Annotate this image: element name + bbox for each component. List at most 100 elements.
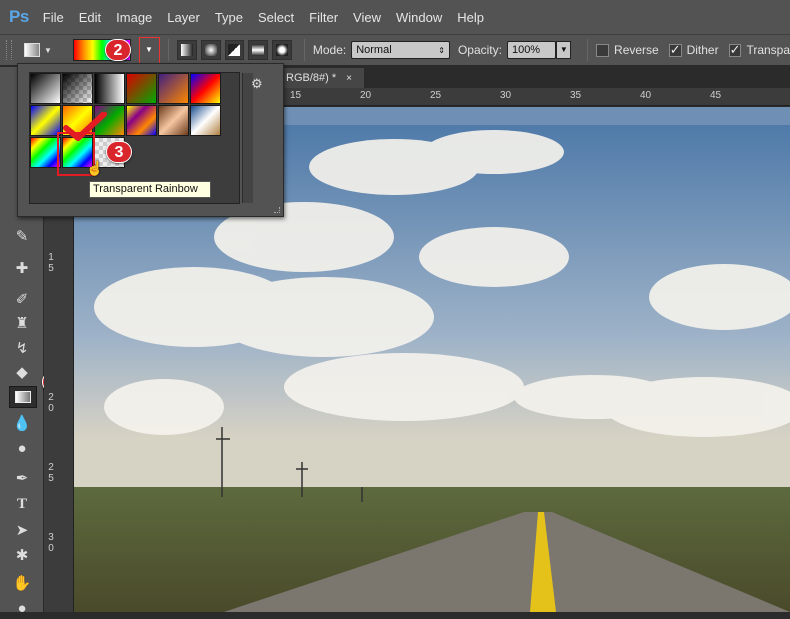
- preset-blue-red-yellow[interactable]: [190, 73, 221, 104]
- preset-violet-orange[interactable]: [158, 73, 189, 104]
- reflected-gradient-icon: [252, 44, 265, 56]
- chevron-down-icon: ▼: [43, 45, 52, 55]
- ruler-digit: 1: [48, 252, 54, 263]
- picker-scrollbar[interactable]: [242, 73, 253, 203]
- ruler-tick-label: 30: [47, 532, 55, 554]
- callout-badge-2: 2: [105, 39, 131, 61]
- blur-icon[interactable]: 💧: [9, 412, 35, 434]
- menu-select[interactable]: Select: [258, 10, 306, 25]
- reverse-label: Reverse: [614, 43, 659, 57]
- ruler-digit: 2: [48, 392, 54, 403]
- hand-cursor-icon: ☝: [86, 160, 104, 176]
- preset-yellow-violet-orange-blue[interactable]: [126, 105, 157, 136]
- ruler-tick-label: 35: [570, 90, 582, 101]
- ruler-tick-label: 20: [47, 392, 55, 414]
- ruler-tick-label: 25: [47, 462, 55, 484]
- opacity-label: Opacity:: [457, 43, 502, 57]
- transparency-checkbox[interactable]: [728, 42, 742, 58]
- gradient-tool-icon: [15, 391, 31, 403]
- menu-file[interactable]: File: [43, 10, 76, 25]
- menu-layer[interactable]: Layer: [167, 10, 212, 25]
- eraser-icon[interactable]: ◆: [9, 361, 35, 383]
- mode-label: Mode:: [312, 43, 347, 57]
- radial-gradient-icon: [204, 44, 217, 56]
- shape-tool-icon[interactable]: ✱: [9, 544, 35, 566]
- divider: [587, 39, 589, 61]
- opacity-value: 100%: [511, 44, 541, 56]
- gear-icon[interactable]: ⚙: [251, 76, 263, 92]
- close-icon[interactable]: ×: [346, 73, 352, 84]
- ruler-digit: 0: [48, 403, 54, 414]
- diamond-gradient-icon: [275, 44, 288, 56]
- photoshop-logo: Ps: [9, 7, 29, 26]
- ruler-tick-label: 40: [640, 90, 652, 101]
- menu-edit[interactable]: Edit: [79, 10, 113, 25]
- ruler-digit: 2: [48, 462, 54, 473]
- ruler-tick-label: 30: [500, 90, 512, 101]
- menu-bar: Ps File Edit Image Layer Type Select Fil…: [0, 0, 790, 34]
- ruler-tick-label: 20: [360, 90, 372, 101]
- callout-badge-3: 3: [106, 141, 132, 163]
- dither-label: Dither: [686, 43, 719, 57]
- linear-gradient-icon: [180, 44, 193, 56]
- diamond-gradient-button[interactable]: [272, 40, 292, 60]
- dodge-icon[interactable]: ●: [9, 437, 35, 459]
- ruler-digit: 5: [48, 473, 54, 484]
- menu-image[interactable]: Image: [116, 10, 164, 25]
- reverse-checkbox[interactable]: [596, 43, 610, 57]
- pen-icon[interactable]: ✒: [9, 467, 35, 489]
- clone-stamp-icon[interactable]: ♜: [9, 312, 35, 334]
- ruler-tick-label: 25: [430, 90, 442, 101]
- menu-window[interactable]: Window: [396, 10, 454, 25]
- checkmark-icon: [63, 112, 107, 141]
- opacity-dropdown[interactable]: ▼: [556, 41, 572, 59]
- preset-tooltip: Transparent Rainbow: [89, 181, 211, 198]
- chevron-down-icon: ▼: [559, 45, 568, 54]
- gradient-picker-dropdown[interactable]: ▼: [139, 37, 160, 64]
- preset-fg-to-transparent[interactable]: [62, 73, 93, 104]
- document-tab[interactable]: RGB/8#) * ×: [283, 67, 365, 88]
- updown-icon: ⇕: [438, 45, 445, 55]
- type-tool-icon[interactable]: T: [9, 493, 35, 515]
- menu-help[interactable]: Help: [457, 10, 496, 25]
- history-brush-icon[interactable]: ↯: [9, 337, 35, 359]
- divider: [303, 39, 305, 61]
- preset-copper[interactable]: [158, 105, 189, 136]
- hand-tool-icon[interactable]: ✋: [9, 572, 35, 594]
- ruler-tick-label: 15: [290, 90, 302, 101]
- preset-black-white[interactable]: [94, 73, 125, 104]
- healing-brush-icon[interactable]: ✚: [9, 257, 35, 279]
- angle-gradient-icon: [228, 44, 241, 56]
- gradient-tool-button[interactable]: [9, 386, 37, 408]
- menu-type[interactable]: Type: [215, 10, 255, 25]
- menu-view[interactable]: View: [353, 10, 393, 25]
- opacity-input[interactable]: 100%: [506, 41, 557, 59]
- ruler-digit: 5: [48, 263, 54, 274]
- mode-select[interactable]: Normal ⇕: [351, 41, 450, 59]
- ruler-tick-label: 45: [710, 90, 722, 101]
- preset-red-green[interactable]: [126, 73, 157, 104]
- radial-gradient-button[interactable]: [200, 40, 221, 60]
- mode-select-value: Normal: [356, 44, 392, 56]
- options-grip[interactable]: [6, 40, 12, 60]
- preset-chrome[interactable]: [190, 105, 221, 136]
- tool-preset-picker[interactable]: ▼: [23, 39, 67, 61]
- angle-gradient-button[interactable]: [224, 40, 245, 60]
- ruler-digit: 3: [48, 532, 54, 543]
- transparency-label: Transpa: [746, 43, 790, 57]
- menu-filter[interactable]: Filter: [309, 10, 350, 25]
- zoom-tool-icon[interactable]: ●: [9, 597, 35, 619]
- gradient-tool-preset-icon: [23, 43, 40, 57]
- linear-gradient-button[interactable]: [177, 40, 197, 60]
- ruler-digit: 0: [48, 543, 54, 554]
- dither-checkbox[interactable]: [668, 42, 682, 58]
- document-tab-title: RGB/8#) *: [286, 72, 337, 84]
- ruler-tick-label: 15: [47, 252, 55, 274]
- eyedropper-icon[interactable]: ✎: [9, 225, 35, 247]
- path-selection-icon[interactable]: ➤: [9, 519, 35, 541]
- brush-icon[interactable]: ✐: [9, 288, 35, 310]
- reflected-gradient-button[interactable]: [248, 40, 269, 60]
- divider: [168, 39, 170, 61]
- resize-grip-icon[interactable]: [274, 207, 280, 213]
- preset-fg-to-bg[interactable]: [30, 73, 61, 104]
